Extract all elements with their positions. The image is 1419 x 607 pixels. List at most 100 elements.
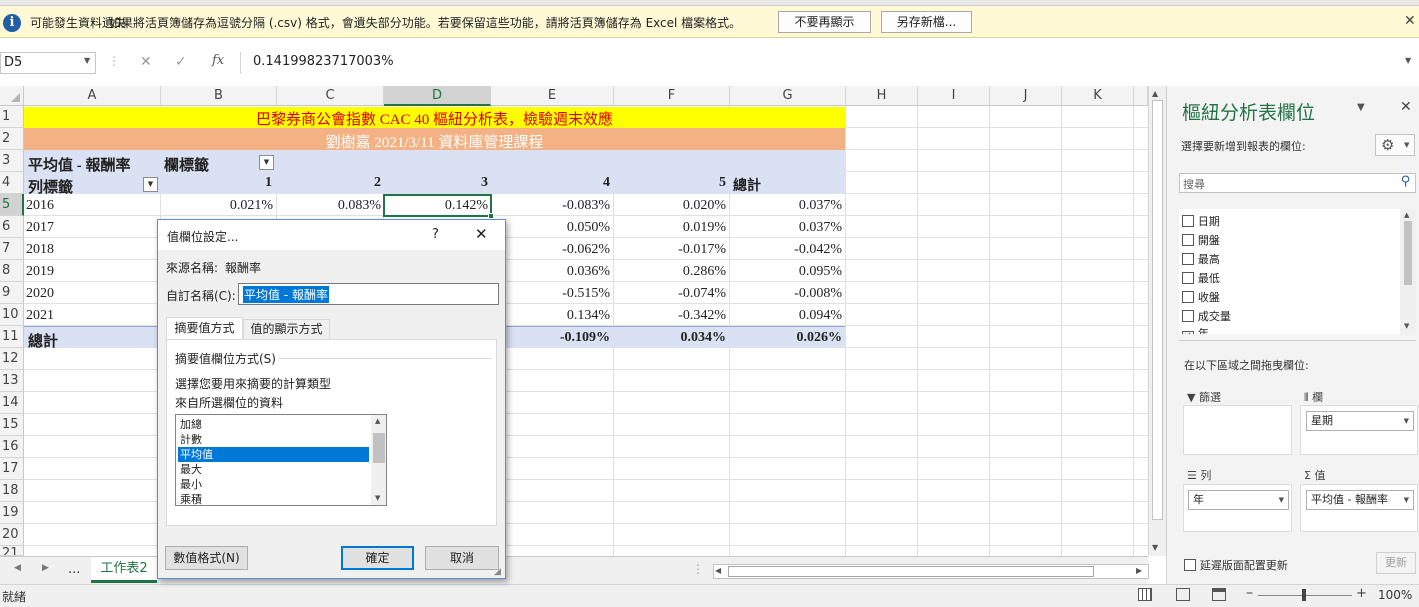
column-header[interactable] [1134,86,1148,106]
row-header[interactable]: 13 [0,370,24,392]
tab-show-values-as[interactable]: 值的顯示方式 [243,319,330,340]
row-header[interactable]: 3 [0,150,24,172]
insert-function-icon[interactable]: fx [212,53,224,68]
field-item[interactable]: ✓ 年 [1182,325,1209,334]
row-header[interactable]: 4 [0,172,24,194]
normal-view-icon[interactable] [1138,588,1152,601]
field-item[interactable]: 最低 [1182,270,1220,286]
close-icon[interactable]: ✕ [1404,13,1416,29]
scroll-down-icon[interactable]: ▼ [375,494,380,502]
tab-split-icon[interactable]: ⋮ [692,562,704,576]
field-item[interactable]: 收盤 [1182,289,1220,305]
defer-update-row[interactable]: 延遲版面配置更新 [1184,557,1288,573]
row-header[interactable]: 15 [0,414,24,436]
row-filter-button[interactable]: ▼ [143,177,158,192]
pivot-cell[interactable]: -0.342% [614,308,726,324]
pane-options-icon[interactable]: ▼ [1357,102,1365,113]
column-filter-button[interactable]: ▼ [259,155,274,170]
pivot-cell[interactable]: 0.050% [491,220,610,236]
pivot-cell[interactable]: 0.286% [614,264,726,280]
check-icon[interactable]: ✓ [175,54,187,70]
column-header[interactable]: G [730,86,846,106]
pivot-col-header[interactable]: 3 [384,175,488,191]
sheet-tab-active[interactable]: 工作表2 [91,557,157,583]
year-row-label[interactable]: 2016 [26,198,54,214]
column-header[interactable]: C [277,86,384,106]
scroll-thumb[interactable] [1152,100,1163,520]
checkbox[interactable] [1182,253,1194,265]
vertical-scrollbar[interactable]: ▲ ▼ [1148,86,1166,556]
resize-grip-icon[interactable]: ◢ [494,567,501,577]
list-option-selected[interactable]: 平均值 [178,447,369,462]
checkbox[interactable] [1182,272,1194,284]
select-all-corner[interactable] [0,86,24,106]
pivot-cell[interactable]: 0.020% [614,198,726,214]
pivot-col-header[interactable]: 5 [614,175,726,191]
pivot-cell[interactable]: 0.083% [277,198,381,214]
year-row-label[interactable]: 2017 [26,220,54,236]
row-header[interactable]: 7 [0,238,24,260]
row-header[interactable]: 8 [0,260,24,282]
update-button[interactable]: 更新 [1376,552,1416,574]
row-header[interactable]: 9 [0,282,24,304]
ok-button[interactable]: 確定 [341,546,414,570]
dialog-close-button[interactable]: ✕ [475,225,488,243]
pivot-cell[interactable]: 0.095% [730,264,842,280]
more-sheets-button[interactable]: ... [68,562,80,577]
row-header[interactable]: 2 [0,128,24,150]
expand-icon[interactable]: ▼ [1405,56,1411,65]
checkbox[interactable] [1182,310,1194,322]
pivot-cell[interactable]: -0.062% [491,242,610,258]
row-header[interactable]: 12 [0,348,24,370]
active-cell[interactable]: 0.142% [384,198,488,214]
grand-total-cell[interactable]: -0.109% [491,330,610,346]
checkbox[interactable] [1182,215,1194,227]
row-labels-label[interactable]: 列標籤 [28,176,73,197]
tab-scroll-left-icon[interactable]: ◀ [14,563,21,573]
pivot-cell[interactable]: -0.017% [614,242,726,258]
list-option[interactable]: 最小 [178,477,369,492]
zoom-in-icon[interactable]: + [1356,586,1367,601]
field-list[interactable]: 日期 開盤 最高 最低 收盤 成交量 ✓ 年 ▲ ▼ [1179,209,1416,334]
scroll-up-icon[interactable]: ▲ [1152,89,1158,98]
checkbox[interactable] [1184,559,1196,571]
h-scroll-thumb[interactable] [728,566,1094,577]
field-item[interactable]: 最高 [1182,251,1220,267]
pivot-col-header[interactable]: 1 [161,175,272,191]
field-search-input[interactable]: 搜尋 ⚲ [1179,173,1416,193]
year-row-label[interactable]: 2019 [26,264,54,280]
pivot-value-label[interactable]: 平均值 - 報酬率 [28,154,131,175]
pivot-cell[interactable]: -0.083% [491,198,610,214]
list-option[interactable]: 加總 [178,417,369,432]
pivot-col-header[interactable]: 2 [277,175,381,191]
tab-summarize-by[interactable]: 摘要值方式 [166,317,243,340]
scroll-up-icon[interactable]: ▲ [375,417,380,425]
horizontal-scrollbar[interactable]: ◀ ▶ [713,564,1149,579]
column-header[interactable]: F [614,86,730,106]
number-format-button[interactable]: 數值格式(N) [165,546,248,570]
zoom-out-icon[interactable]: – [1246,585,1253,601]
pivot-cell[interactable]: -0.008% [730,286,842,302]
list-option[interactable]: 最大 [178,462,369,477]
sheet-subtitle[interactable]: 劉樹嘉 2021/3/11 資料庫管理課程 [24,131,845,152]
columns-field-pill[interactable]: 星期 ▼ [1306,411,1414,431]
list-option[interactable]: 乘積 [178,492,369,505]
filter-drop-area[interactable] [1183,405,1292,455]
grand-total-label[interactable]: 總計 [28,330,58,351]
grand-total-cell[interactable]: 0.034% [614,330,727,346]
pivot-col-header[interactable]: 4 [491,175,610,191]
custom-name-input[interactable]: 平均值 - 報酬率 [238,283,499,305]
scroll-up-icon[interactable]: ▲ [1404,211,1409,219]
row-header[interactable]: 18 [0,480,24,502]
page-layout-icon[interactable] [1176,588,1190,601]
year-row-label[interactable]: 2021 [26,308,54,324]
save-as-button[interactable]: 另存新檔... [881,11,972,33]
grand-total-cell[interactable]: 0.026% [730,330,843,346]
list-scrollbar[interactable]: ▲ ▼ [371,415,386,505]
row-header[interactable]: 20 [0,524,24,546]
field-list-scrollbar[interactable]: ▲ ▼ [1400,209,1416,334]
pivot-cell[interactable]: -0.074% [614,286,726,302]
scroll-thumb[interactable] [1404,221,1412,285]
row-header[interactable]: 14 [0,392,24,414]
field-item[interactable]: 開盤 [1182,232,1220,248]
